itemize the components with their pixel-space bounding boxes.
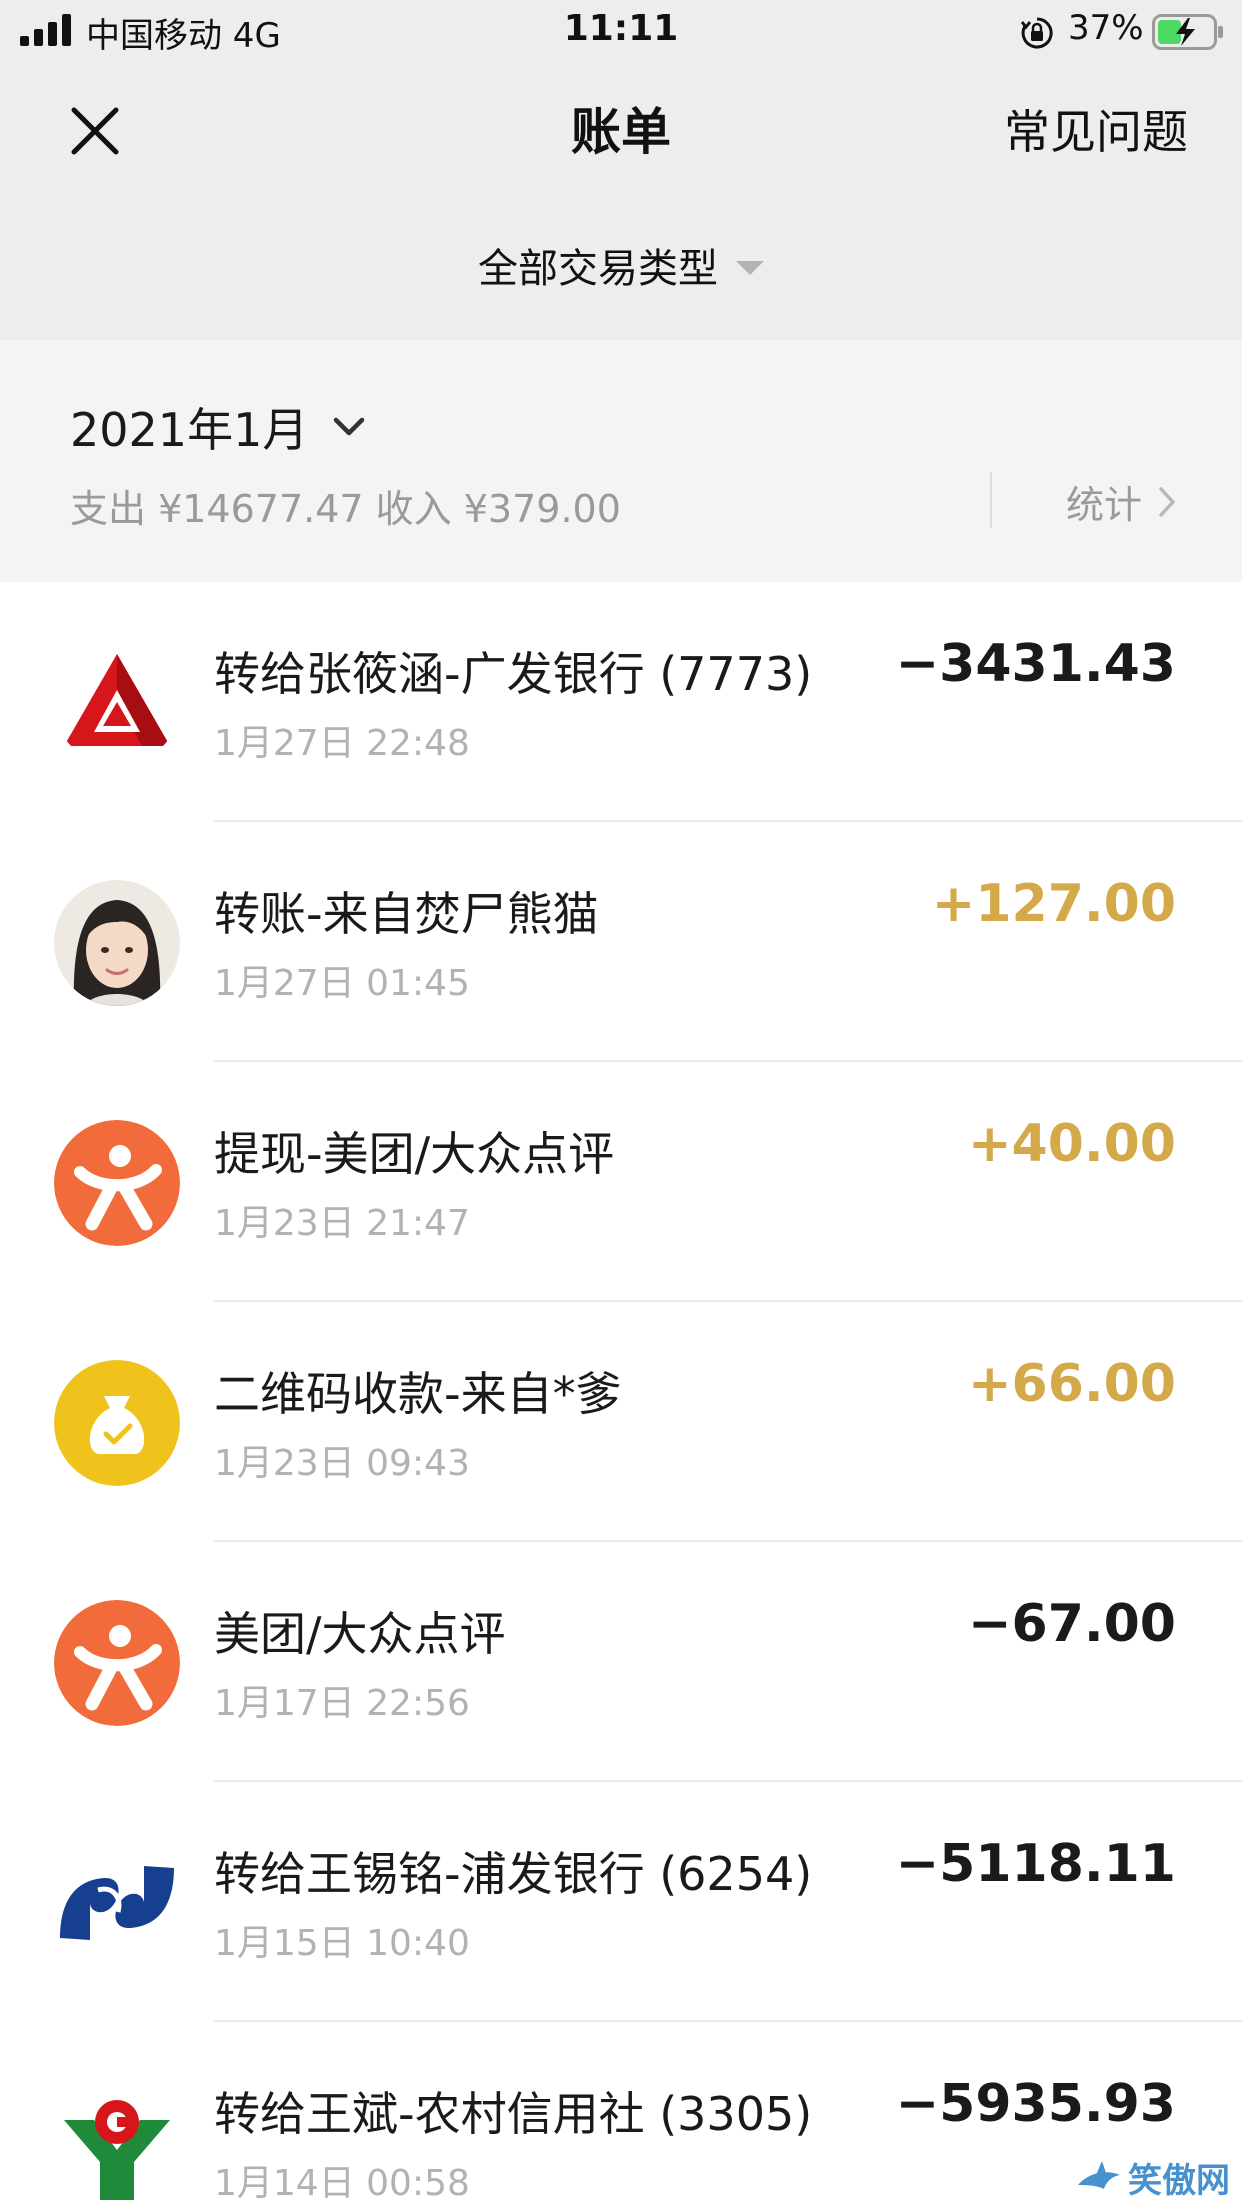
month-label: 2021年1月	[70, 403, 309, 457]
transaction-amount: +66.00	[967, 1354, 1176, 1414]
transaction-time: 1月27日 01:45	[214, 963, 470, 1004]
rural-credit-union-icon	[54, 2080, 180, 2206]
month-selector[interactable]: 2021年1月	[70, 394, 366, 460]
watermark: 笑傲网	[1076, 2153, 1230, 2202]
transaction-time: 1月14日 00:58	[214, 2163, 470, 2204]
transaction-title: 美团/大众点评	[214, 1607, 506, 1661]
transaction-amount: +40.00	[967, 1114, 1176, 1174]
transaction-title: 转给王斌-农村信用社 (3305)	[214, 2087, 813, 2141]
transaction-time: 1月27日 22:48	[214, 723, 470, 764]
battery-icon	[1152, 14, 1223, 50]
transaction-row[interactable]: 二维码收款-来自*爹 1月23日 09:43 +66.00	[0, 1302, 1242, 1542]
cgb-bank-icon	[54, 640, 180, 766]
month-summary: 2021年1月 支出 ¥14677.47 收入 ¥379.00 统计	[0, 340, 1242, 582]
transaction-type-filter[interactable]: 全部交易类型	[0, 236, 1242, 294]
transaction-time: 1月23日 21:47	[214, 1203, 470, 1244]
transaction-row[interactable]: 提现-美团/大众点评 1月23日 21:47 +40.00	[0, 1062, 1242, 1302]
transaction-amount: −5935.93	[895, 2074, 1176, 2134]
transaction-row[interactable]: 转给王锡铭-浦发银行 (6254) 1月15日 10:40 −5118.11	[0, 1782, 1242, 2022]
watermark-text: 笑傲网	[1128, 2161, 1230, 2201]
transaction-amount: +127.00	[931, 874, 1176, 934]
orientation-lock-icon	[1020, 17, 1053, 49]
caret-down-icon	[736, 261, 764, 275]
transaction-row[interactable]: 转账-来自焚尸熊猫 1月27日 01:45 +127.00	[0, 822, 1242, 1062]
avatar	[54, 880, 180, 1006]
shark-logo-icon	[1078, 2160, 1120, 2189]
transaction-time: 1月17日 22:56	[214, 1683, 470, 1724]
meituan-dianping-icon	[54, 1120, 180, 1246]
transaction-time: 1月15日 10:40	[214, 1923, 470, 1964]
filter-label: 全部交易类型	[478, 246, 718, 292]
chevron-down-icon	[334, 417, 365, 436]
transaction-amount: −3431.43	[895, 634, 1176, 694]
divider	[990, 472, 992, 528]
transaction-title: 转给张筱涵-广发银行 (7773)	[214, 647, 813, 701]
money-bag-icon	[54, 1360, 180, 1486]
transaction-title: 二维码收款-来自*爹	[214, 1367, 622, 1421]
header: 中国移动 4G 11:11 37% 账单 常见问题 全部交易类型	[0, 0, 1242, 340]
transaction-amount: −5118.11	[895, 1834, 1176, 1894]
chevron-right-icon	[1159, 486, 1175, 517]
transaction-row[interactable]: 转给王斌-农村信用社 (3305) 1月14日 00:58 −5935.93	[0, 2022, 1242, 2208]
transaction-list: 转给张筱涵-广发银行 (7773) 1月27日 22:48 −3431.43 转…	[0, 582, 1242, 2208]
transaction-title: 转给王锡铭-浦发银行 (6254)	[214, 1847, 813, 1901]
battery-percent: 37%	[1068, 8, 1144, 48]
faq-link[interactable]: 常见问题	[1004, 96, 1188, 162]
transaction-row[interactable]: 转给张筱涵-广发银行 (7773) 1月27日 22:48 −3431.43	[0, 582, 1242, 822]
statistics-label: 统计	[1066, 483, 1143, 527]
spdb-bank-icon	[54, 1840, 180, 1966]
transaction-amount: −67.00	[967, 1594, 1176, 1654]
transaction-title: 转账-来自焚尸熊猫	[214, 887, 599, 941]
status-time: 11:11	[563, 8, 679, 49]
meituan-dianping-icon	[54, 1600, 180, 1726]
status-bar: 中国移动 4G 11:11 37%	[0, 0, 1242, 62]
transaction-title: 提现-美团/大众点评	[214, 1127, 615, 1181]
transaction-row[interactable]: 美团/大众点评 1月17日 22:56 −67.00	[0, 1542, 1242, 1782]
month-totals: 支出 ¥14677.47 收入 ¥379.00	[70, 487, 621, 531]
transaction-time: 1月23日 09:43	[214, 1443, 470, 1484]
statistics-button[interactable]: 统计	[1066, 474, 1176, 529]
